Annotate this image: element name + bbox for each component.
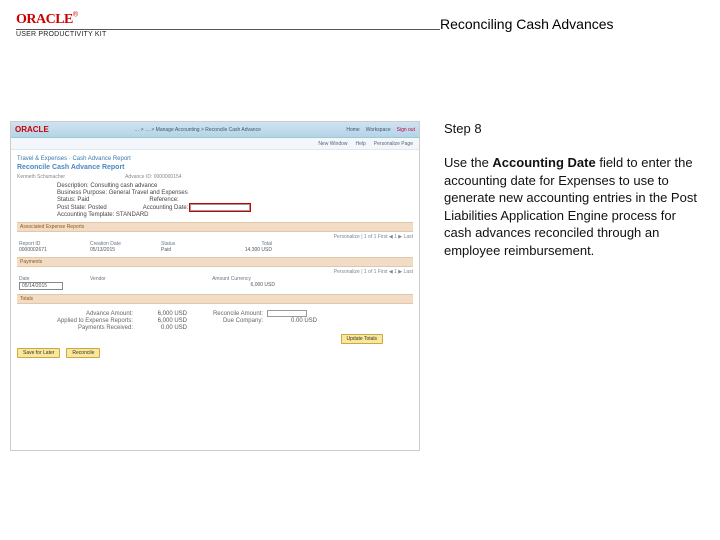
logo-block: ORACLE® USER PRODUCTIVITY KIT (10, 6, 440, 66)
shot-subnav: New Window Help Personalize Page (11, 138, 419, 150)
subnav-help[interactable]: Help (356, 141, 366, 147)
payment-date-input[interactable]: 05/14/2015 (19, 282, 63, 290)
subnav-personalize[interactable]: Personalize Page (374, 141, 413, 147)
pager-2[interactable]: Personalize | 1 of 1 First ◀ 1 ▶ Last (17, 269, 413, 275)
update-totals-button[interactable]: Update Totals (341, 334, 383, 344)
lbl-advance-amount: Advance Amount: (17, 311, 137, 317)
instr-bold: Accounting Date (492, 155, 595, 170)
row-status: Status: Paid (57, 197, 89, 203)
val-due-company: 0.00 USD (267, 318, 317, 324)
table1-row: 0000002671 05/13/2015 Paid 14,300 USD (17, 247, 413, 253)
reconcile-amount-input[interactable] (267, 310, 307, 317)
lbl-reconcile-amount: Reconcile Amount: (187, 311, 267, 317)
instr-pre: Use the (444, 155, 492, 170)
reconcile-button[interactable]: Reconcile (66, 348, 100, 358)
logo-subtitle: USER PRODUCTIVITY KIT (16, 29, 440, 38)
row-accounting-date-lbl: Accounting Date: (143, 205, 189, 211)
instr-post: field to enter the accounting date for E… (444, 155, 697, 258)
row-business-purpose: Business Purpose: General Travel and Exp… (57, 190, 188, 196)
row-description: Description: Consulting cash advance (57, 183, 157, 189)
nav-worklist[interactable]: Workspace (366, 127, 391, 133)
val-applied: 6,000 USD (137, 318, 187, 324)
logo-brand: ORACLE (16, 12, 73, 27)
document-title: Reconciling Cash Advances (440, 16, 704, 32)
lbl-applied: Applied to Expense Reports: (17, 318, 137, 324)
lbl-payments: Payments Received: (17, 325, 137, 331)
section-associated-expense: Associated Expense Reports (17, 222, 413, 232)
row-accounting-template: Accounting Template: STANDARD (57, 212, 148, 218)
shot-advid-lbl: Advance ID: (125, 174, 152, 180)
table2-row: 05/14/2015 6,000 USD (17, 282, 413, 290)
pager-1[interactable]: Personalize | 1 of 1 First ◀ 1 ▶ Last (17, 234, 413, 240)
val-payments: 0.00 USD (137, 325, 187, 331)
shot-advid: 0000000154 (154, 174, 182, 180)
accounting-date-input[interactable] (190, 204, 250, 211)
shot-page-title: Reconcile Cash Advance Report (17, 164, 413, 171)
instruction-text: Use the Accounting Date field to enter t… (444, 154, 700, 259)
subnav-newwindow[interactable]: New Window (318, 141, 347, 147)
nav-signout[interactable]: Sign out (397, 127, 415, 133)
embedded-screenshot: ORACLE … > … > Manage Accounting > Recon… (10, 121, 420, 451)
row-post-state: Post State: Posted (57, 205, 107, 211)
shot-nav: Home Workspace Sign out (346, 127, 415, 133)
nav-home[interactable]: Home (346, 127, 359, 133)
shot-topbar: ORACLE … > … > Manage Accounting > Recon… (11, 122, 419, 138)
logo-trademark: ® (73, 12, 78, 19)
save-for-later-button[interactable]: Save for Later (17, 348, 60, 358)
section-payments: Payments (17, 257, 413, 267)
lbl-due-company: Due Company: (187, 318, 267, 324)
shot-employee: Kenneth Schumacher (17, 174, 65, 180)
shot-breadcrumb: … > … > Manage Accounting > Reconcile Ca… (134, 127, 261, 133)
shot-brand: ORACLE (15, 125, 49, 134)
step-label: Step 8 (444, 121, 700, 136)
row-reference: Reference: (149, 197, 178, 203)
section-totals: Totals (17, 294, 413, 304)
val-advance-amount: 6,000 USD (137, 311, 187, 317)
shot-breadcrumb2: Travel & Expenses · Cash Advance Report (17, 156, 413, 162)
